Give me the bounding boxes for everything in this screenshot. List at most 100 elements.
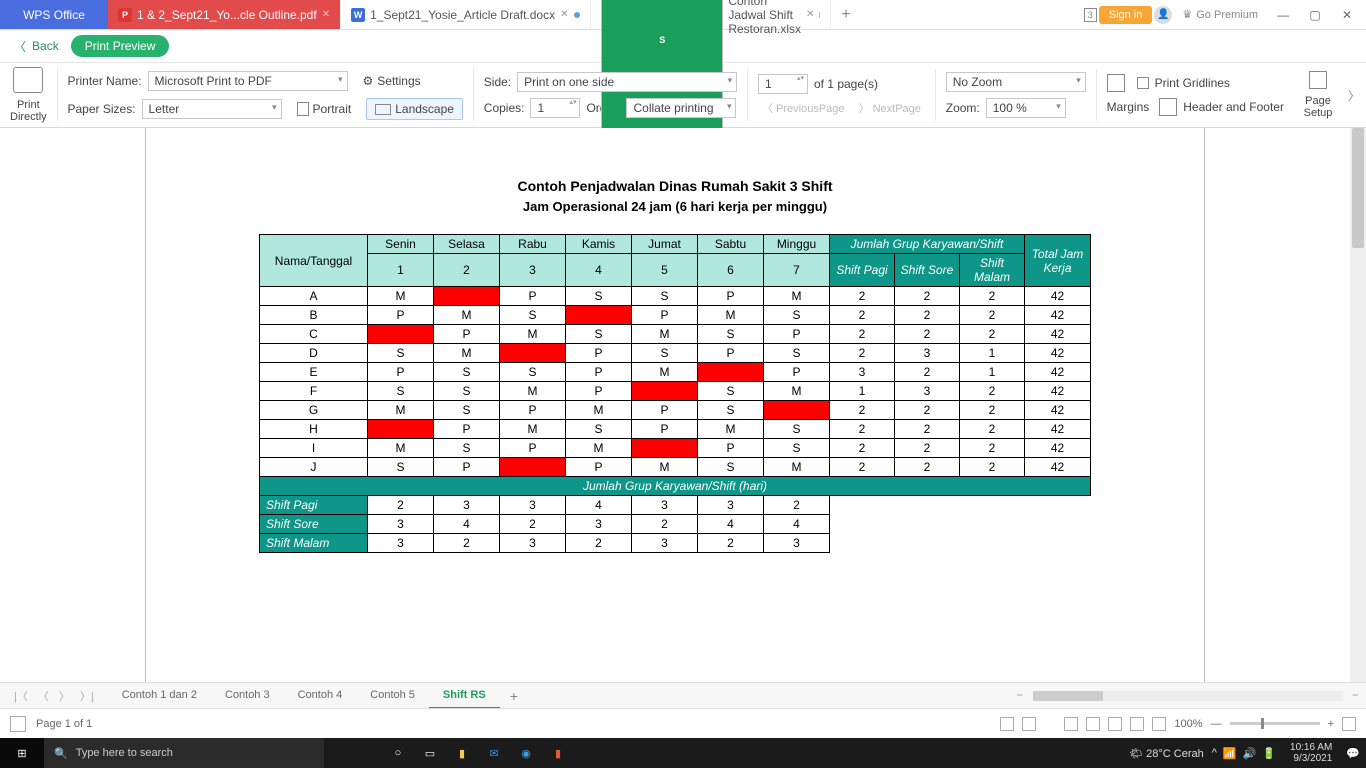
notifications-icon[interactable]: 💬 bbox=[1346, 747, 1360, 760]
weather-widget[interactable]: 🌤 28°C Cerah bbox=[1129, 747, 1204, 760]
zoom-preset-select[interactable]: No Zoom bbox=[946, 72, 1086, 92]
paper-size-select[interactable]: Letter bbox=[142, 99, 282, 119]
sheet-nav-first[interactable]: |〈 bbox=[14, 688, 28, 704]
side-select[interactable]: Print on one side bbox=[517, 72, 737, 92]
document-tab-sheet[interactable]: S Contoh Jadwal Shift Restoran.xlsx ✕ bbox=[591, 0, 831, 29]
app-icon[interactable]: ▮ bbox=[544, 739, 572, 767]
status-icon[interactable] bbox=[10, 716, 26, 732]
sheet-tab[interactable]: Contoh 5 bbox=[356, 683, 429, 709]
table-row: BPMSPMS22242 bbox=[260, 306, 1091, 325]
col-header-daynum: 4 bbox=[566, 254, 632, 287]
add-sheet-button[interactable]: + bbox=[500, 688, 528, 704]
close-icon[interactable]: ✕ bbox=[322, 9, 330, 20]
edge-icon[interactable]: ◉ bbox=[512, 739, 540, 767]
battery-icon[interactable]: 🔋 bbox=[1262, 747, 1276, 760]
header-footer-button[interactable]: Header and Footer bbox=[1183, 100, 1284, 114]
mail-icon[interactable]: ✉ bbox=[480, 739, 508, 767]
sheet-tab[interactable]: Contoh 1 dan 2 bbox=[108, 683, 211, 709]
sheet-nav-prev[interactable]: 〈 bbox=[38, 688, 49, 704]
page-number-input[interactable]: 1 bbox=[758, 74, 808, 94]
status-bar: Page 1 of 1 100% — + bbox=[0, 708, 1366, 738]
summary-row: Shift Pagi2334332 bbox=[260, 496, 1091, 515]
maximize-button[interactable]: ▢ bbox=[1300, 0, 1330, 30]
copies-spinner[interactable]: 1 bbox=[530, 98, 580, 118]
gridlines-checkbox[interactable] bbox=[1137, 77, 1149, 89]
zoom-slider[interactable] bbox=[1230, 722, 1320, 725]
view-page-icon[interactable] bbox=[1108, 717, 1122, 731]
tray-chevron-icon[interactable]: ^ bbox=[1212, 747, 1217, 759]
word-icon: W bbox=[351, 8, 365, 22]
sheet-tab[interactable]: Shift RS bbox=[429, 683, 500, 709]
sheet-tab-bar: |〈 〈 〉 〉| Contoh 1 dan 2Contoh 3Contoh 4… bbox=[0, 682, 1366, 708]
document-tab-pdf[interactable]: P 1 & 2_Sept21_Yo...cle Outline.pdf ✕ bbox=[108, 0, 341, 29]
close-icon[interactable]: ✕ bbox=[560, 9, 568, 20]
taskbar-search[interactable]: 🔍 Type here to search bbox=[44, 738, 324, 768]
scrollbar-thumb[interactable] bbox=[1033, 691, 1103, 701]
table-row: FSSMPSM13242 bbox=[260, 382, 1091, 401]
settings-button[interactable]: ⚙Settings bbox=[354, 70, 430, 92]
print-preview-label[interactable]: Print Preview bbox=[71, 35, 170, 57]
close-icon[interactable]: ✕ bbox=[806, 9, 814, 20]
page-indicator: Page 1 of 1 bbox=[36, 718, 92, 730]
zoom-value-select[interactable]: 100 % bbox=[986, 98, 1066, 118]
zoom-in-button[interactable]: + bbox=[1328, 718, 1334, 730]
explorer-icon[interactable]: ▮ bbox=[448, 739, 476, 767]
col-header-total: Total Jam Kerja bbox=[1025, 235, 1091, 287]
print-directly-button[interactable]: Print Directly bbox=[0, 63, 57, 127]
signin-button[interactable]: Sign in bbox=[1099, 6, 1153, 24]
order-select[interactable]: Collate printing bbox=[626, 98, 736, 118]
gridlines-label: Print Gridlines bbox=[1155, 76, 1230, 90]
taskview-icon[interactable]: ▭ bbox=[416, 739, 444, 767]
cortana-icon[interactable]: ○ bbox=[384, 739, 412, 767]
clock[interactable]: 10:16 AM 9/3/2021 bbox=[1284, 742, 1338, 764]
doc-count-badge[interactable]: 3 bbox=[1084, 8, 1097, 22]
table-row: IMSPMPS22242 bbox=[260, 439, 1091, 458]
fullscreen-icon[interactable] bbox=[1342, 717, 1356, 731]
next-page-button[interactable]: 〉 NextPage bbox=[855, 100, 925, 116]
document-tab-word[interactable]: W 1_Sept21_Yosie_Article Draft.docx ✕ bbox=[341, 0, 591, 29]
split-icon[interactable]: ⎯ bbox=[1017, 689, 1023, 702]
table-row: CPMSMSP22242 bbox=[260, 325, 1091, 344]
close-button[interactable]: ✕ bbox=[1332, 0, 1362, 30]
sheet-tab[interactable]: Contoh 3 bbox=[211, 683, 284, 709]
view-normal-icon[interactable] bbox=[1064, 717, 1078, 731]
preview-workspace: Contoh Penjadwalan Dinas Rumah Sakit 3 S… bbox=[0, 128, 1350, 682]
col-header-day: Kamis bbox=[566, 235, 632, 254]
volume-icon[interactable]: 🔊 bbox=[1243, 747, 1257, 760]
minimize-button[interactable]: — bbox=[1268, 0, 1298, 30]
split-icon[interactable]: ⎯ bbox=[1353, 689, 1359, 702]
view-reader-icon[interactable] bbox=[1130, 717, 1144, 731]
col-header-day: Senin bbox=[368, 235, 434, 254]
col-header-day: Selasa bbox=[434, 235, 500, 254]
horizontal-scrollbar[interactable] bbox=[1033, 691, 1343, 701]
page-setup-button[interactable]: Page Setup bbox=[1294, 63, 1342, 127]
sheet-nav-last[interactable]: 〉| bbox=[80, 688, 94, 704]
view-settings-icon[interactable] bbox=[1152, 717, 1166, 731]
landscape-button[interactable]: Landscape bbox=[366, 98, 463, 120]
wifi-icon[interactable]: 📶 bbox=[1223, 747, 1237, 760]
back-button[interactable]: 〈Back bbox=[14, 38, 59, 55]
sheet-nav-next[interactable]: 〉 bbox=[59, 688, 70, 704]
table-row: EPSSPMP32142 bbox=[260, 363, 1091, 382]
col-header-daynum: 5 bbox=[632, 254, 698, 287]
vertical-scrollbar[interactable] bbox=[1350, 128, 1366, 682]
search-icon: 🔍 bbox=[54, 747, 68, 760]
table-row: JSPPMSM22242 bbox=[260, 458, 1091, 477]
margins-button[interactable]: Margins bbox=[1107, 100, 1150, 114]
zoom-out-button[interactable]: — bbox=[1211, 718, 1222, 730]
ribbon-overflow[interactable]: 〉 bbox=[1342, 63, 1366, 127]
col-header-shift: Shift Pagi bbox=[830, 254, 895, 287]
view-grid-icon[interactable] bbox=[1086, 717, 1100, 731]
sheet-tab[interactable]: Contoh 4 bbox=[284, 683, 357, 709]
scrollbar-thumb[interactable] bbox=[1352, 128, 1364, 248]
avatar-icon[interactable]: 👤 bbox=[1154, 6, 1172, 24]
previous-page-button[interactable]: 〈 PreviousPage bbox=[758, 100, 849, 116]
go-premium-button[interactable]: ♛Go Premium bbox=[1174, 4, 1266, 25]
view-icon[interactable] bbox=[1022, 717, 1036, 731]
printer-select[interactable]: Microsoft Print to PDF bbox=[148, 71, 348, 91]
view-icon[interactable] bbox=[1000, 717, 1014, 731]
portrait-button[interactable]: Portrait bbox=[288, 98, 361, 120]
start-button[interactable]: ⊞ bbox=[0, 738, 44, 768]
margins-icon bbox=[1107, 74, 1125, 92]
new-tab-button[interactable]: + bbox=[831, 0, 861, 29]
